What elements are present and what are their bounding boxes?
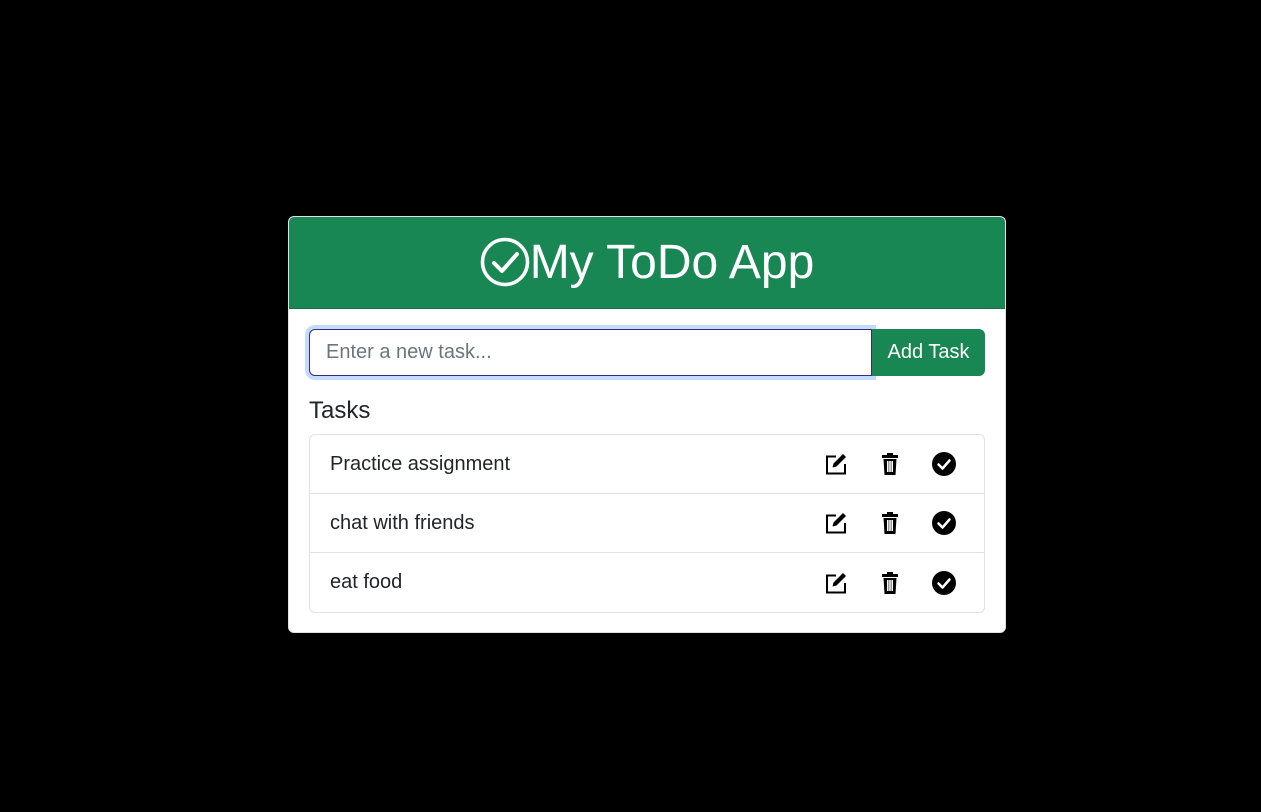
- task-actions: [824, 570, 964, 595]
- task-label: chat with friends: [330, 511, 475, 534]
- edit-icon[interactable]: [824, 571, 848, 595]
- app-header: My ToDo App: [289, 217, 1005, 309]
- app-title: My ToDo App: [529, 235, 815, 289]
- add-task-button[interactable]: Add Task: [872, 329, 985, 376]
- list-item: chat with friends: [310, 494, 984, 554]
- trash-icon[interactable]: [878, 452, 902, 476]
- task-actions: [824, 452, 964, 477]
- add-task-form: Add Task: [309, 329, 985, 376]
- card-body: Add Task Tasks Practice assignment: [289, 309, 1005, 614]
- edit-icon[interactable]: [824, 452, 848, 476]
- edit-icon[interactable]: [824, 511, 848, 535]
- check-circle-fill-icon[interactable]: [932, 452, 956, 477]
- list-item: eat food: [310, 553, 984, 612]
- check-circle-fill-icon[interactable]: [932, 511, 956, 536]
- check-circle-fill-icon[interactable]: [932, 570, 956, 595]
- trash-icon[interactable]: [878, 571, 902, 595]
- check-circle-icon: [480, 237, 530, 287]
- task-list: Practice assignment chat with friends ea…: [309, 434, 985, 614]
- trash-icon[interactable]: [878, 511, 902, 535]
- task-label: eat food: [330, 571, 403, 594]
- new-task-input[interactable]: [309, 329, 872, 376]
- tasks-heading: Tasks: [309, 397, 371, 424]
- task-actions: [824, 511, 964, 536]
- task-label: Practice assignment: [330, 452, 511, 475]
- todo-card: My ToDo App Add Task Tasks Practice assi…: [288, 216, 1006, 633]
- list-item: Practice assignment: [310, 435, 984, 495]
